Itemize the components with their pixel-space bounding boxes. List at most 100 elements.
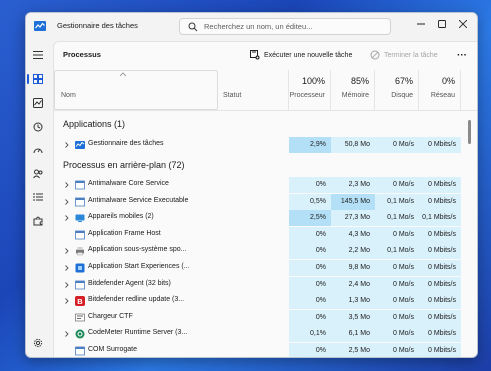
memory-cell: 2,5 Mo [331,343,375,357]
table-row[interactable]: COM Surrogate 0% 2,5 Mo 0 Mo/s 0 Mbits/s [54,343,477,357]
processes-panel: Processus Exécuter une nouvelle tâche Te… [53,41,477,357]
cpu-total: 100% [301,76,325,86]
end-task-button[interactable]: Terminer la tâche [370,48,438,62]
table-row[interactable]: Application Frame Host 0% 4,3 Mo 0 Mo/s 0 Mb… [54,226,477,243]
column-header-name[interactable]: Nom [54,70,218,110]
table-row[interactable]: Bitdefender Agent (32 bits) 0% 2,4 Mo 0 Mo/… [54,276,477,293]
sidebar-item-details[interactable] [29,188,47,206]
disk-cell: 0 Mo/s [375,177,419,193]
table-row[interactable]: Chargeur CTF 0% 3,5 Mo 0 Mo/s 0 Mbits/s [54,309,477,326]
cpu-cell: 0% [289,177,331,193]
column-header-memory[interactable]: 85% Mémoire [331,70,375,110]
sidebar-item-startup-apps[interactable] [29,141,47,159]
search-input[interactable] [204,20,386,33]
table-row[interactable]: CodeMeter Runtime Server (3... 0,1% 6,1 Mo… [54,326,477,343]
sidebar-item-performance[interactable] [29,94,47,112]
more-options-button[interactable]: ··· [455,48,469,62]
disk-cell: 0 Mo/s [375,260,419,276]
table-row[interactable]: Appareils mobiles (2) 2,5% 27,3 Mo 0,1 Mo/s… [54,210,477,227]
process-name: Appareils mobiles (2) [88,213,154,221]
chevron-right-icon[interactable] [63,140,71,150]
bitdefender-icon: B [75,296,85,307]
run-new-task-button[interactable]: Exécuter une nouvelle tâche [250,48,352,62]
sidebar-item-processes[interactable] [27,70,47,88]
page-title: Processus [63,50,101,59]
task-manager-window: Gestionnaire des tâches Recherchez un no… [25,12,478,358]
chevron-right-icon[interactable] [63,263,71,273]
search-box[interactable] [179,18,391,35]
network-cell: 0 Mbits/s [419,137,461,153]
cpu-cell: 0% [289,309,331,326]
disk-cell: 0,1 Mo/s [375,193,419,210]
cpu-cell: 0% [289,343,331,357]
network-cell: 0 Mbits/s [419,276,461,293]
table-row[interactable]: Application sous-système spo... 0% 2,2 Mo 0… [54,243,477,260]
process-name: Gestionnaire des tâches [88,140,164,147]
memory-cell: 2,4 Mo [331,276,375,293]
memory-cell: 3,5 Mo [331,309,375,326]
disk-cell: 0 Mo/s [375,343,419,357]
table-row[interactable]: Antimalware Core Service 0% 2,3 Mo 0 Mo/s 0 … [54,177,477,193]
window-title: Gestionnaire des tâches [57,21,138,30]
memory-cell: 50,8 Mo [331,137,375,153]
disk-cell: 0 Mo/s [375,309,419,326]
toolbar: Processus Exécuter une nouvelle tâche Te… [54,42,477,68]
table-row[interactable]: Gestionnaire des tâches 2,9% 50,8 Mo 0 Mo/s… [54,137,477,153]
run-task-icon [250,50,260,60]
section-header-apps: Applications (1) [63,119,126,129]
disk-total: 67% [394,76,413,86]
memory-cell: 6,1 Mo [331,326,375,343]
column-header-network[interactable]: 0% Réseau [419,70,461,110]
sidebar-item-users[interactable] [29,165,47,183]
memory-cell: 2,2 Mo [331,243,375,260]
chevron-right-icon[interactable] [63,246,71,256]
network-cell: 0 Mbits/s [419,326,461,343]
chevron-right-icon[interactable] [63,296,71,306]
processes-grid-icon [33,74,43,84]
chevron-right-icon[interactable] [63,329,71,339]
process-name: COM Surrogate [88,346,138,353]
column-header-status[interactable]: Statut [218,70,289,110]
process-name: Application Start Experiences (... [88,263,190,270]
column-header-disk[interactable]: 67% Disque [375,70,419,110]
svg-text:B: B [77,297,83,306]
memory-cell: 9,8 Mo [331,260,375,276]
window-icon [75,280,85,289]
service-icon [75,180,85,190]
cpu-cell: 0% [289,293,331,310]
close-button[interactable] [451,13,475,35]
users-icon [33,169,43,179]
service-icon [75,197,85,206]
chevron-right-icon[interactable] [63,280,71,290]
column-header-cpu[interactable]: 100% Processeur [289,70,331,110]
scrollbar-thumb[interactable] [468,120,471,144]
cpu-cell: 0% [289,276,331,293]
process-name: Bitdefender Agent (32 bits) [88,279,171,287]
network-cell: 0 Mbits/s [419,226,461,243]
network-cell: 0 Mbits/s [419,177,461,193]
mobile-devices-icon [75,214,85,223]
hamburger-button[interactable] [29,46,47,64]
network-cell: 0 Mbits/s [419,243,461,260]
cpu-cell: 2,5% [289,210,331,227]
disk-cell: 0 Mo/s [375,326,419,343]
table-row[interactable]: B Bitdefender redline update (3... 0% 1,3 M… [54,293,477,310]
table-row[interactable]: Application Start Experiences (... 0% 9,8 … [54,260,477,276]
chevron-right-icon[interactable] [63,180,71,190]
sort-ascending-icon [119,72,127,77]
network-cell: 0 Mbits/s [419,343,461,357]
services-puzzle-icon [33,216,43,226]
column-name-label: Nom [61,92,76,99]
chevron-right-icon[interactable] [63,213,71,223]
sidebar-item-services[interactable] [29,212,47,230]
sidebar-item-settings[interactable] [29,334,47,352]
network-cell: 0 Mbits/s [419,309,461,326]
cpu-cell: 0% [289,243,331,260]
chevron-right-icon[interactable] [63,197,71,207]
sidebar-item-app-history[interactable] [29,118,47,136]
process-name: Antimalware Core Service [88,180,169,187]
table-row[interactable]: Antimalware Service Executable 0,5% 145,5 … [54,193,477,210]
memory-cell: 4,3 Mo [331,226,375,243]
window-icon [75,230,85,240]
codemeter-icon [75,329,85,339]
